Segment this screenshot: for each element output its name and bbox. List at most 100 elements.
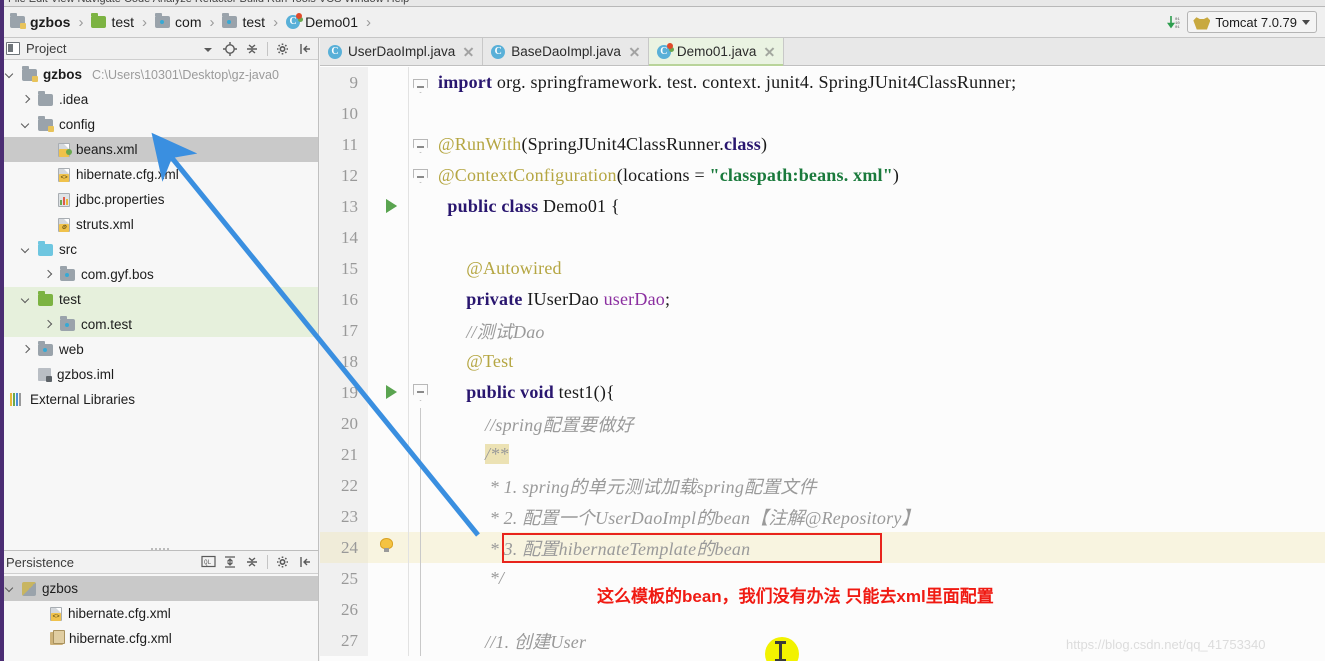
- gutter-marks[interactable]: [368, 625, 408, 656]
- collapse-all-icon[interactable]: [245, 42, 259, 56]
- gutter-marks[interactable]: [368, 191, 408, 222]
- close-icon[interactable]: [764, 46, 775, 57]
- persistence-tree[interactable]: gzbos <> hibernate.cfg.xml hibernate.cfg…: [0, 574, 318, 651]
- code-line[interactable]: 15 @Autowired: [320, 253, 1325, 284]
- tree-row[interactable]: test: [0, 287, 318, 312]
- code-line[interactable]: 10: [320, 98, 1325, 129]
- gutter-marks[interactable]: [368, 346, 408, 377]
- fold-column[interactable]: [408, 532, 432, 563]
- gutter-marks[interactable]: [368, 532, 408, 563]
- tree-row[interactable]: jdbc.properties: [0, 187, 318, 212]
- code-line[interactable]: 27 //1. 创建User: [320, 625, 1325, 656]
- fold-column[interactable]: [408, 315, 432, 346]
- gutter-marks[interactable]: [368, 160, 408, 191]
- chevron-right-icon[interactable]: [42, 269, 54, 281]
- tree-row[interactable]: <> hibernate.cfg.xml: [0, 601, 318, 626]
- tree-row[interactable]: com.test: [0, 312, 318, 337]
- target-icon[interactable]: [223, 41, 237, 56]
- code-line[interactable]: 9 import org. springframework. test. con…: [320, 67, 1325, 98]
- code-line[interactable]: 16 private IUserDao userDao;: [320, 284, 1325, 315]
- tree-row[interactable]: gzbos.iml: [0, 362, 318, 387]
- fold-column[interactable]: [408, 98, 432, 129]
- hide-icon[interactable]: [298, 555, 312, 569]
- code-line-current[interactable]: 24 * 3. 配置hibernateTemplate的bean: [320, 532, 1325, 563]
- fold-column[interactable]: [408, 67, 432, 98]
- chevron-down-icon[interactable]: [20, 244, 32, 256]
- fold-marker-icon[interactable]: [413, 79, 428, 93]
- code-line[interactable]: 19 public void test1(){: [320, 377, 1325, 408]
- fold-column[interactable]: [408, 222, 432, 253]
- panel-splitter[interactable]: [0, 547, 319, 551]
- tree-row[interactable]: gzbos C:\Users\10301\Desktop\gz-java0: [0, 62, 318, 87]
- fold-column[interactable]: [408, 501, 432, 532]
- fold-column[interactable]: [408, 625, 432, 656]
- gutter-marks[interactable]: [368, 253, 408, 284]
- run-configuration-selector[interactable]: Tomcat 7.0.79: [1187, 11, 1317, 33]
- gutter-marks[interactable]: [368, 439, 408, 470]
- breadcrumb-item-test-pkg[interactable]: test: [220, 13, 267, 30]
- fold-column[interactable]: [408, 439, 432, 470]
- code-line[interactable]: 25 */: [320, 563, 1325, 594]
- fold-marker-icon[interactable]: [413, 384, 428, 401]
- gutter-marks[interactable]: [368, 501, 408, 532]
- fold-marker-icon[interactable]: [413, 139, 428, 153]
- code-line[interactable]: 17 //测试Dao: [320, 315, 1325, 346]
- tree-row[interactable]: src: [0, 237, 318, 262]
- tree-row[interactable]: .idea: [0, 87, 318, 112]
- gutter-marks[interactable]: [368, 563, 408, 594]
- tree-row-beans-xml[interactable]: beans.xml: [0, 137, 318, 162]
- close-icon[interactable]: [629, 46, 640, 57]
- code-line[interactable]: 22 * 1. spring的单元测试加载spring配置文件: [320, 470, 1325, 501]
- gutter-marks[interactable]: [368, 222, 408, 253]
- project-tree[interactable]: gzbos C:\Users\10301\Desktop\gz-java0 .i…: [0, 60, 318, 412]
- fold-column[interactable]: [408, 129, 432, 160]
- fold-marker-icon[interactable]: [413, 169, 428, 183]
- fold-column[interactable]: [408, 284, 432, 315]
- chevron-down-icon[interactable]: [20, 119, 32, 131]
- sql-console-icon[interactable]: QL: [201, 555, 216, 569]
- breadcrumb-item-test[interactable]: test: [89, 13, 136, 30]
- gutter-marks[interactable]: [368, 470, 408, 501]
- chevron-down-icon[interactable]: [4, 69, 16, 81]
- code-line[interactable]: 11 @RunWith(SpringJUnit4ClassRunner.clas…: [320, 129, 1325, 160]
- chevron-down-icon[interactable]: [4, 583, 16, 595]
- code-line[interactable]: 14: [320, 222, 1325, 253]
- chevron-right-icon[interactable]: [42, 319, 54, 331]
- main-menu-labels[interactable]: File Edit View Navigate Code Analyze Ref…: [8, 0, 409, 5]
- code-line[interactable]: 18 @Test: [320, 346, 1325, 377]
- tab-Demo01[interactable]: C Demo01.java: [648, 38, 785, 66]
- update-project-icon[interactable]: 01 10 01: [1167, 14, 1181, 30]
- code-line[interactable]: 21 /**: [320, 439, 1325, 470]
- chevron-down-icon[interactable]: [20, 294, 32, 306]
- collapse-all-icon[interactable]: [245, 555, 259, 569]
- main-menu-strip[interactable]: File Edit View Navigate Code Analyze Ref…: [0, 0, 1325, 7]
- breadcrumb-item-gzbos[interactable]: gzbos: [8, 13, 72, 30]
- gear-icon[interactable]: [276, 555, 290, 569]
- tree-row[interactable]: <> hibernate.cfg.xml: [0, 162, 318, 187]
- code-line[interactable]: 20 //spring配置要做好: [320, 408, 1325, 439]
- chevron-down-icon[interactable]: [1302, 19, 1310, 25]
- gutter-marks[interactable]: [368, 67, 408, 98]
- breadcrumb-item-com[interactable]: com: [153, 13, 203, 30]
- tree-row[interactable]: com.gyf.bos: [0, 262, 318, 287]
- tree-row[interactable]: ⚙ struts.xml: [0, 212, 318, 237]
- fold-column[interactable]: [408, 377, 432, 408]
- tree-row[interactable]: web: [0, 337, 318, 362]
- fold-column[interactable]: [408, 346, 432, 377]
- expand-all-icon[interactable]: [223, 555, 237, 569]
- code-line[interactable]: 13 public class Demo01 {: [320, 191, 1325, 222]
- fold-column[interactable]: [408, 160, 432, 191]
- fold-column[interactable]: [408, 594, 432, 625]
- tab-UserDaoImpl[interactable]: C UserDaoImpl.java: [320, 38, 484, 65]
- code-line[interactable]: 12 @ContextConfiguration(locations = "cl…: [320, 160, 1325, 191]
- close-icon[interactable]: [463, 46, 474, 57]
- gutter-marks[interactable]: [368, 377, 408, 408]
- run-class-gutter-icon[interactable]: [386, 199, 397, 213]
- gutter-marks[interactable]: [368, 408, 408, 439]
- gear-icon[interactable]: [276, 42, 290, 56]
- tree-row[interactable]: config: [0, 112, 318, 137]
- fold-column[interactable]: [408, 253, 432, 284]
- tab-BaseDaoImpl[interactable]: C BaseDaoImpl.java: [483, 38, 649, 65]
- gutter-marks[interactable]: [368, 594, 408, 625]
- chevron-right-icon[interactable]: [20, 344, 32, 356]
